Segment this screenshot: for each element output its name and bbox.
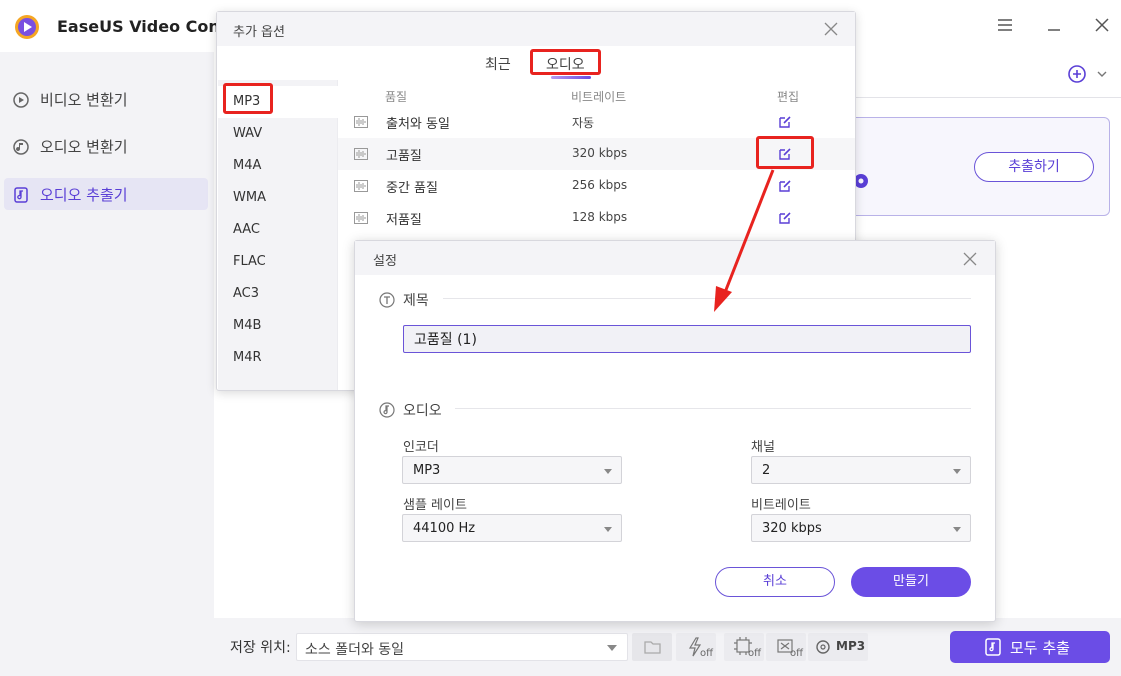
sidebar: 비디오 변환기 오디오 변환기 오디오 추출기 bbox=[0, 52, 214, 676]
encoder-value: MP3 bbox=[413, 463, 441, 478]
quality-label: 출처와 동일 bbox=[386, 117, 450, 132]
gear-icon bbox=[816, 640, 830, 654]
divider bbox=[455, 408, 971, 409]
close-icon[interactable] bbox=[1092, 16, 1112, 36]
preset-name-input[interactable] bbox=[403, 325, 971, 353]
caret-down-icon bbox=[953, 527, 961, 532]
bitrate-select[interactable]: 320 kbps bbox=[751, 514, 971, 542]
create-button[interactable]: 만들기 bbox=[851, 567, 971, 597]
save-location-label: 저장 위치: bbox=[230, 640, 291, 656]
dialog-header: 설정 bbox=[355, 241, 995, 275]
quality-label: 고품질 bbox=[386, 149, 422, 164]
caret-down-icon bbox=[604, 527, 612, 532]
bitrate-value: 256 kbps bbox=[572, 178, 628, 192]
sidebar-item-label: 오디오 변환기 bbox=[40, 138, 128, 156]
annotation-highlight-audio-tab bbox=[530, 49, 601, 75]
audio-convert-icon bbox=[13, 139, 29, 155]
sidebar-item-label: 비디오 변환기 bbox=[40, 91, 128, 109]
menu-icon[interactable] bbox=[995, 16, 1015, 36]
encoder-select[interactable]: MP3 bbox=[402, 456, 622, 484]
quality-label: 중간 품질 bbox=[386, 181, 438, 196]
gpu-toggle[interactable]: off bbox=[766, 633, 806, 661]
samplerate-select[interactable]: 44100 Hz bbox=[402, 514, 622, 542]
chevron-down-icon[interactable] bbox=[1096, 66, 1108, 82]
audio-wave-icon bbox=[354, 180, 368, 192]
minimize-icon[interactable] bbox=[1044, 16, 1064, 36]
channel-value: 2 bbox=[762, 463, 771, 478]
list-item[interactable]: M4B bbox=[218, 310, 338, 342]
annotation-highlight-mp3 bbox=[223, 83, 273, 114]
dialog-title: 추가 옵션 bbox=[233, 25, 285, 40]
list-item[interactable]: WAV bbox=[218, 118, 338, 150]
speed-state: off bbox=[699, 648, 713, 659]
bitrate-label: 비트레이트 bbox=[751, 498, 811, 513]
output-format-button[interactable]: MP3 bbox=[808, 633, 868, 661]
dialog-header: 추가 옵션 bbox=[217, 12, 855, 46]
bitrate-value: 자동 bbox=[572, 116, 595, 130]
app-logo bbox=[15, 15, 39, 39]
hardware-accel-state: off bbox=[747, 648, 761, 659]
save-location-select[interactable]: 소스 폴더와 동일 bbox=[296, 633, 628, 661]
section-title: 제목 bbox=[403, 293, 429, 309]
list-item[interactable]: M4A bbox=[218, 150, 338, 182]
audio-wave-icon bbox=[354, 148, 368, 160]
active-tab-indicator bbox=[551, 76, 591, 79]
bitrate-value: 320 kbps bbox=[572, 146, 628, 160]
format-list: MP3 WAV M4A WMA AAC FLAC AC3 M4B M4R bbox=[218, 80, 338, 390]
extract-all-button[interactable]: 모두 추출 bbox=[950, 631, 1110, 663]
channel-label: 채널 bbox=[751, 440, 775, 455]
list-item[interactable]: FLAC bbox=[218, 246, 338, 278]
caret-down-icon bbox=[607, 645, 617, 651]
hardware-accel-toggle[interactable]: off bbox=[724, 633, 764, 661]
close-icon[interactable] bbox=[961, 250, 979, 268]
bitrate-value: 128 kbps bbox=[572, 210, 628, 224]
list-item[interactable]: WMA bbox=[218, 182, 338, 214]
annotation-arrow bbox=[714, 169, 775, 312]
add-file-icon[interactable] bbox=[1067, 64, 1087, 84]
column-header-quality: 품질 bbox=[385, 90, 408, 104]
sidebar-item-audio-converter[interactable]: 오디오 변환기 bbox=[4, 130, 208, 162]
title-icon bbox=[379, 292, 395, 308]
audio-icon bbox=[379, 402, 395, 418]
extract-all-label: 모두 추출 bbox=[1010, 639, 1070, 657]
column-header-edit: 편집 bbox=[777, 90, 800, 104]
speed-toggle[interactable]: off bbox=[676, 633, 716, 661]
audio-wave-icon bbox=[354, 116, 368, 128]
edit-icon[interactable] bbox=[778, 115, 792, 129]
tab-recent[interactable]: 최근 bbox=[485, 54, 511, 74]
open-folder-button[interactable] bbox=[632, 633, 672, 661]
extract-button[interactable]: 추출하기 bbox=[974, 152, 1094, 182]
list-item[interactable]: AC3 bbox=[218, 278, 338, 310]
output-format-label: MP3 bbox=[836, 639, 866, 653]
section-audio: 오디오 bbox=[403, 403, 442, 419]
dialog-title: 설정 bbox=[373, 254, 397, 269]
list-item[interactable]: M4R bbox=[218, 342, 338, 374]
save-location-value: 소스 폴더와 동일 bbox=[305, 642, 405, 658]
bitrate-value: 320 kbps bbox=[762, 521, 822, 536]
cancel-button[interactable]: 취소 bbox=[715, 567, 835, 597]
folder-icon bbox=[644, 641, 661, 654]
sidebar-item-video-converter[interactable]: 비디오 변환기 bbox=[4, 83, 208, 115]
audio-extract-icon bbox=[14, 187, 28, 203]
caret-down-icon bbox=[953, 469, 961, 474]
sidebar-item-audio-extractor[interactable]: 오디오 추출기 bbox=[4, 178, 208, 210]
video-convert-icon bbox=[13, 92, 29, 108]
channel-select[interactable]: 2 bbox=[751, 456, 971, 484]
sidebar-item-label: 오디오 추출기 bbox=[40, 186, 128, 204]
list-item[interactable]: AAC bbox=[218, 214, 338, 246]
table-row[interactable]: 출처와 동일 자동 bbox=[338, 106, 855, 138]
samplerate-label: 샘플 레이트 bbox=[403, 498, 467, 513]
close-icon[interactable] bbox=[822, 20, 840, 38]
audio-wave-icon bbox=[354, 212, 368, 224]
quality-label: 저품질 bbox=[386, 213, 422, 228]
caret-down-icon bbox=[604, 469, 612, 474]
encoder-label: 인코더 bbox=[403, 440, 439, 455]
settings-dialog: 설정 제목 오디오 인코더 MP3 채널 2 샘플 레이트 44100 Hz 비… bbox=[354, 240, 996, 622]
column-header-bitrate: 비트레이트 bbox=[571, 90, 627, 104]
gpu-state: off bbox=[789, 648, 803, 659]
audio-file-icon bbox=[985, 638, 1001, 656]
samplerate-value: 44100 Hz bbox=[413, 521, 476, 536]
